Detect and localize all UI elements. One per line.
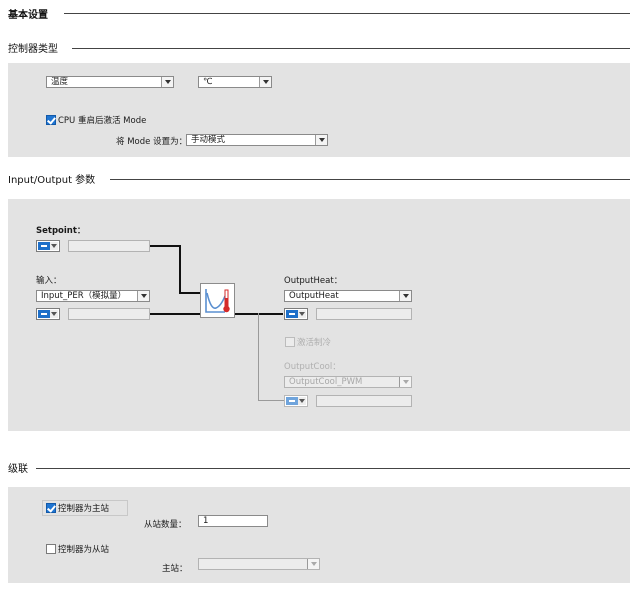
wire bbox=[150, 313, 200, 315]
dropdown-arrow-icon bbox=[307, 559, 319, 569]
wire bbox=[179, 292, 200, 294]
input-dropdown[interactable]: Input_PER（模拟量） bbox=[36, 290, 150, 302]
dropdown-arrow-icon bbox=[50, 242, 58, 250]
dropdown-arrow-icon bbox=[259, 77, 271, 87]
dropdown-arrow-icon bbox=[161, 77, 173, 87]
master-select-label: 主站： bbox=[162, 564, 188, 574]
connector-plug-icon bbox=[38, 242, 50, 250]
output-cool-dropdown[interactable]: OutputCool_PWM bbox=[284, 376, 412, 388]
section-divider bbox=[64, 13, 630, 14]
output-heat-dropdown[interactable]: OutputHeat bbox=[284, 290, 412, 302]
wire bbox=[258, 313, 259, 401]
output-cool-value: OutputCool_PWM bbox=[289, 377, 363, 387]
output-cool-label: OutputCool： bbox=[284, 362, 341, 372]
activate-mode-checkbox[interactable] bbox=[46, 115, 56, 125]
connector-plug-icon bbox=[286, 310, 298, 318]
master-checkbox[interactable] bbox=[46, 503, 56, 513]
dropdown-arrow-icon bbox=[137, 291, 149, 301]
quantity-dropdown[interactable]: 温度 bbox=[46, 76, 174, 88]
connector-plug-icon bbox=[286, 397, 298, 405]
output-heat-connector[interactable] bbox=[284, 308, 308, 320]
setpoint-label: Setpoint： bbox=[36, 226, 86, 236]
quantity-value: 温度 bbox=[51, 77, 69, 87]
set-mode-label: 将 Mode 设置为： bbox=[116, 137, 188, 147]
slave-label: 控制器为从站 bbox=[58, 545, 110, 555]
controller-type-title: 控制器类型 bbox=[8, 44, 58, 55]
input-label: 输入： bbox=[36, 276, 62, 286]
setpoint-connector[interactable] bbox=[36, 240, 60, 252]
dropdown-arrow-icon bbox=[298, 397, 306, 405]
dropdown-arrow-icon bbox=[315, 135, 327, 145]
wire bbox=[150, 245, 180, 247]
output-cool-field[interactable] bbox=[316, 395, 412, 407]
output-heat-field[interactable] bbox=[316, 308, 412, 320]
unit-dropdown[interactable]: ℃ bbox=[198, 76, 272, 88]
wire bbox=[235, 313, 283, 315]
activate-cooling-label: 激活制冷 bbox=[297, 338, 332, 348]
dropdown-arrow-icon bbox=[399, 291, 411, 301]
pid-controller-icon bbox=[200, 283, 235, 318]
basic-settings-title: 基本设置 bbox=[8, 10, 48, 21]
mode-value: 手动模式 bbox=[191, 135, 226, 145]
input-field[interactable] bbox=[68, 308, 150, 320]
slave-count-input[interactable]: 1 bbox=[198, 515, 268, 527]
section-divider bbox=[110, 179, 630, 180]
slave-count-label: 从站数量： bbox=[144, 520, 187, 530]
section-divider bbox=[36, 468, 630, 469]
master-label: 控制器为主站 bbox=[58, 504, 110, 514]
output-heat-label: OutputHeat： bbox=[284, 276, 343, 286]
setpoint-field[interactable] bbox=[68, 240, 150, 252]
slave-checkbox[interactable] bbox=[46, 544, 56, 554]
activate-mode-label: CPU 重启后激活 Mode bbox=[58, 116, 147, 126]
wire bbox=[258, 400, 284, 401]
master-select-dropdown[interactable] bbox=[198, 558, 320, 570]
dropdown-arrow-icon bbox=[50, 310, 58, 318]
wire bbox=[179, 245, 181, 294]
unit-value: ℃ bbox=[203, 77, 213, 87]
io-params-title: Input/Output 参数 bbox=[8, 175, 96, 186]
dropdown-arrow-icon bbox=[399, 377, 411, 387]
input-connector[interactable] bbox=[36, 308, 60, 320]
connector-plug-icon bbox=[38, 310, 50, 318]
input-value: Input_PER（模拟量） bbox=[41, 291, 127, 301]
output-cool-connector[interactable] bbox=[284, 395, 308, 407]
cascade-title: 级联 bbox=[8, 464, 28, 475]
output-heat-value: OutputHeat bbox=[289, 291, 339, 301]
dropdown-arrow-icon bbox=[298, 310, 306, 318]
activate-cooling-checkbox[interactable] bbox=[285, 337, 295, 347]
mode-dropdown[interactable]: 手动模式 bbox=[186, 134, 328, 146]
section-divider bbox=[72, 48, 630, 49]
